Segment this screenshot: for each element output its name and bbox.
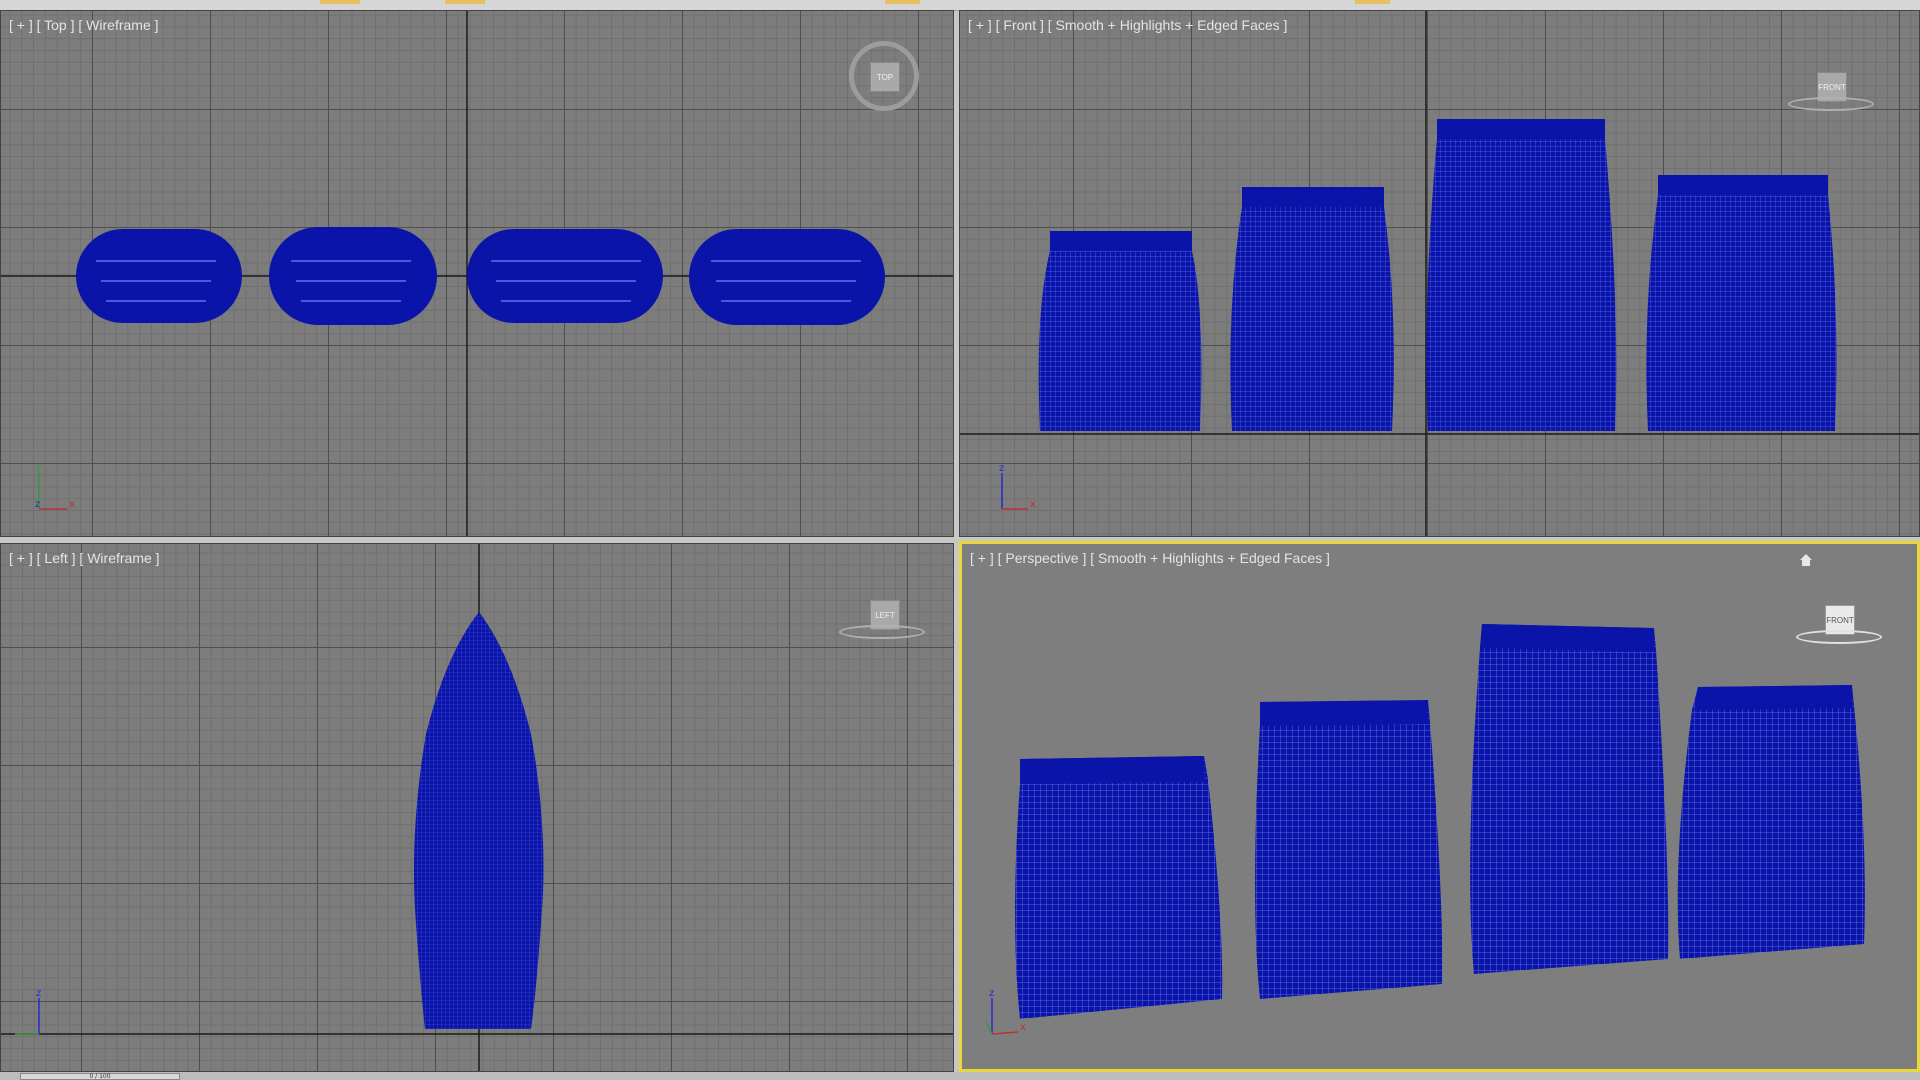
view-cube-icon[interactable]: FRONT — [1788, 51, 1874, 121]
bag-top-3[interactable] — [467, 229, 663, 323]
axis-tripod-icon: z x — [999, 463, 1036, 510]
view-cube-icon[interactable]: FRONT — [1796, 584, 1882, 654]
view-cube-icon[interactable]: LEFT — [839, 579, 925, 649]
bags-side-profile[interactable] — [413, 612, 544, 1029]
viewport-perspective[interactable]: [ + ] [ Perspective ] [ Smooth + Highlig… — [959, 541, 1920, 1072]
viewport-label-left[interactable]: [ + ] [ Left ] [ Wireframe ] — [9, 550, 160, 566]
axis-label-z: z — [36, 988, 41, 999]
timeline-bar: 0 / 100 — [0, 1072, 1920, 1080]
axis-label-z: z — [35, 499, 40, 510]
toolbar-indicator — [445, 0, 485, 4]
left-scene — [1, 544, 953, 1071]
bag-front-2[interactable] — [1230, 187, 1394, 431]
bag-persp-4[interactable] — [1677, 685, 1865, 959]
axis-tripod-icon: y z x — [35, 461, 75, 510]
bag-persp-1[interactable] — [1015, 756, 1223, 1019]
bag-front-4[interactable] — [1646, 175, 1837, 431]
axis-label-z: z — [999, 463, 1004, 474]
toolbar-indicator — [1355, 0, 1390, 4]
view-cube-compass[interactable] — [1788, 97, 1874, 111]
perspective-scene — [1015, 624, 1865, 1019]
view-cube-compass[interactable] — [1796, 630, 1882, 644]
viewport-left[interactable]: [ + ] [ Left ] [ Wireframe ] LEFT z — [0, 543, 954, 1072]
bag-top-2[interactable] — [269, 227, 437, 325]
bag-top-4[interactable] — [689, 229, 885, 325]
bag-front-3[interactable] — [1426, 119, 1617, 431]
viewport-label-perspective[interactable]: [ + ] [ Perspective ] [ Smooth + Highlig… — [970, 550, 1330, 566]
viewport-top[interactable]: [ + ] [ Top ] [ Wireframe ] TOP y z x — [0, 10, 954, 537]
axis-label-x: x — [1020, 1022, 1026, 1033]
axis-label-x: x — [69, 499, 75, 510]
time-slider[interactable]: 0 / 100 — [20, 1073, 180, 1080]
view-cube-face[interactable]: TOP — [870, 62, 900, 92]
toolbar-indicator — [320, 0, 360, 4]
axis-label-z: z — [989, 988, 994, 999]
bag-front-1[interactable] — [1038, 231, 1202, 431]
bag-persp-3[interactable] — [1470, 624, 1669, 974]
bag-persp-2[interactable] — [1255, 700, 1443, 999]
top-scene — [1, 11, 953, 536]
home-icon[interactable] — [1798, 552, 1814, 568]
viewport-front[interactable]: [ + ] [ Front ] [ Smooth + Highlights + … — [959, 10, 1920, 537]
axis-label-y: y — [36, 461, 42, 472]
axis-tripod-icon: z — [15, 988, 41, 1035]
viewport-label-front[interactable]: [ + ] [ Front ] [ Smooth + Highlights + … — [968, 17, 1287, 33]
viewport-label-top[interactable]: [ + ] [ Top ] [ Wireframe ] — [9, 17, 159, 33]
axis-tripod-icon: z x — [985, 988, 1026, 1035]
axis-label-x: x — [1030, 499, 1036, 510]
view-cube-compass[interactable] — [839, 625, 925, 639]
front-scene — [960, 11, 1919, 536]
toolbar-indicator — [885, 0, 920, 4]
view-cube-icon[interactable]: TOP — [849, 41, 919, 111]
bag-top-1[interactable] — [76, 229, 242, 323]
